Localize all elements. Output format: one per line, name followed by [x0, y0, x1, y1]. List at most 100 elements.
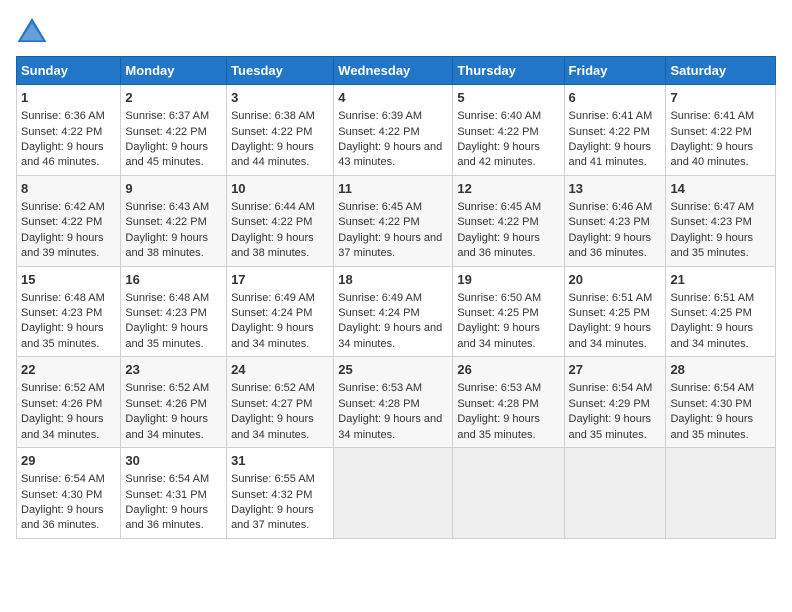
calendar-cell: 15Sunrise: 6:48 AMSunset: 4:23 PMDayligh…: [17, 266, 121, 357]
day-number: 8: [21, 180, 116, 198]
calendar-cell: [666, 448, 776, 539]
day-number: 26: [457, 361, 559, 379]
calendar-cell: 8Sunrise: 6:42 AMSunset: 4:22 PMDaylight…: [17, 175, 121, 266]
calendar-cell: 3Sunrise: 6:38 AMSunset: 4:22 PMDaylight…: [227, 85, 334, 176]
day-number: 21: [670, 271, 771, 289]
calendar-cell: 23Sunrise: 6:52 AMSunset: 4:26 PMDayligh…: [121, 357, 227, 448]
sunset-text: Sunset: 4:22 PM: [569, 126, 650, 138]
header: [16, 16, 776, 44]
sunrise-text: Sunrise: 6:41 AM: [670, 110, 754, 122]
daylight-text: Daylight: 9 hours and 36 minutes.: [457, 232, 540, 259]
week-row-3: 15Sunrise: 6:48 AMSunset: 4:23 PMDayligh…: [17, 266, 776, 357]
calendar-cell: [453, 448, 564, 539]
sunrise-text: Sunrise: 6:52 AM: [125, 382, 209, 394]
sunrise-text: Sunrise: 6:52 AM: [21, 382, 105, 394]
day-number: 5: [457, 89, 559, 107]
sunrise-text: Sunrise: 6:53 AM: [338, 382, 422, 394]
day-number: 11: [338, 180, 448, 198]
sunrise-text: Sunrise: 6:48 AM: [21, 292, 105, 304]
sunrise-text: Sunrise: 6:45 AM: [338, 201, 422, 213]
calendar-cell: 14Sunrise: 6:47 AMSunset: 4:23 PMDayligh…: [666, 175, 776, 266]
calendar-header-row: SundayMondayTuesdayWednesdayThursdayFrid…: [17, 57, 776, 85]
sunrise-text: Sunrise: 6:49 AM: [338, 292, 422, 304]
daylight-text: Daylight: 9 hours and 43 minutes.: [338, 141, 442, 168]
sunrise-text: Sunrise: 6:46 AM: [569, 201, 653, 213]
sunset-text: Sunset: 4:28 PM: [457, 398, 538, 410]
calendar-cell: 13 Sunrise: 6:46 AM Sunset: 4:23 PM Dayligh…: [564, 175, 666, 266]
sunset-text: Sunset: 4:23 PM: [569, 216, 650, 228]
day-number: 29: [21, 452, 116, 470]
calendar-cell: [564, 448, 666, 539]
sunset-text: Sunset: 4:25 PM: [670, 307, 751, 319]
calendar-cell: 4Sunrise: 6:39 AMSunset: 4:22 PMDaylight…: [334, 85, 453, 176]
sunset-text: Sunset: 4:22 PM: [338, 126, 419, 138]
calendar-cell: 22Sunrise: 6:52 AMSunset: 4:26 PMDayligh…: [17, 357, 121, 448]
day-number: 18: [338, 271, 448, 289]
header-wednesday: Wednesday: [334, 57, 453, 85]
daylight-text: Daylight: 9 hours and 34 minutes.: [338, 413, 442, 440]
sunset-text: Sunset: 4:26 PM: [125, 398, 206, 410]
calendar-cell: 10Sunrise: 6:44 AMSunset: 4:22 PMDayligh…: [227, 175, 334, 266]
daylight-text: Daylight: 9 hours and 34 minutes.: [231, 322, 314, 349]
sunset-text: Sunset: 4:25 PM: [569, 307, 650, 319]
day-number: 20: [569, 271, 662, 289]
daylight-text: Daylight: 9 hours and 36 minutes.: [569, 232, 652, 259]
daylight-text: Daylight: 9 hours and 35 minutes.: [457, 413, 540, 440]
sunrise-text: Sunrise: 6:39 AM: [338, 110, 422, 122]
sunrise-text: Sunrise: 6:42 AM: [21, 201, 105, 213]
week-row-1: 1Sunrise: 6:36 AMSunset: 4:22 PMDaylight…: [17, 85, 776, 176]
header-thursday: Thursday: [453, 57, 564, 85]
sunrise-text: Sunrise: 6:50 AM: [457, 292, 541, 304]
sunset-text: Sunset: 4:24 PM: [231, 307, 312, 319]
daylight-text: Daylight: 9 hours and 35 minutes.: [21, 322, 104, 349]
sunset-text: Sunset: 4:30 PM: [670, 398, 751, 410]
calendar-cell: [334, 448, 453, 539]
daylight-text: Daylight: 9 hours and 35 minutes.: [569, 413, 652, 440]
sunset-text: Sunset: 4:22 PM: [338, 216, 419, 228]
sunset-text: Sunset: 4:22 PM: [125, 216, 206, 228]
day-number: 25: [338, 361, 448, 379]
daylight-text: Daylight: 9 hours and 34 minutes.: [125, 413, 208, 440]
sunset-text: Sunset: 4:26 PM: [21, 398, 102, 410]
sunset-text: Sunset: 4:22 PM: [21, 126, 102, 138]
week-row-4: 22Sunrise: 6:52 AMSunset: 4:26 PMDayligh…: [17, 357, 776, 448]
sunrise-text: Sunrise: 6:47 AM: [670, 201, 754, 213]
sunset-text: Sunset: 4:22 PM: [21, 216, 102, 228]
calendar-cell: 2Sunrise: 6:37 AMSunset: 4:22 PMDaylight…: [121, 85, 227, 176]
day-number: 28: [670, 361, 771, 379]
day-number: 6: [569, 89, 662, 107]
day-number: 10: [231, 180, 329, 198]
calendar-cell: 19Sunrise: 6:50 AMSunset: 4:25 PMDayligh…: [453, 266, 564, 357]
sunset-text: Sunset: 4:23 PM: [670, 216, 751, 228]
sunset-text: Sunset: 4:28 PM: [338, 398, 419, 410]
daylight-text: Daylight: 9 hours and 41 minutes.: [569, 141, 652, 168]
day-number: 9: [125, 180, 222, 198]
sunrise-text: Sunrise: 6:36 AM: [21, 110, 105, 122]
day-number: 3: [231, 89, 329, 107]
day-number: 13: [569, 180, 662, 198]
header-tuesday: Tuesday: [227, 57, 334, 85]
daylight-text: Daylight: 9 hours and 34 minutes.: [21, 413, 104, 440]
sunrise-text: Sunrise: 6:40 AM: [457, 110, 541, 122]
header-saturday: Saturday: [666, 57, 776, 85]
daylight-text: Daylight: 9 hours and 38 minutes.: [231, 232, 314, 259]
calendar-cell: 17Sunrise: 6:49 AMSunset: 4:24 PMDayligh…: [227, 266, 334, 357]
calendar-cell: 26Sunrise: 6:53 AMSunset: 4:28 PMDayligh…: [453, 357, 564, 448]
sunrise-text: Sunrise: 6:51 AM: [670, 292, 754, 304]
daylight-text: Daylight: 9 hours and 35 minutes.: [670, 232, 753, 259]
header-monday: Monday: [121, 57, 227, 85]
sunset-text: Sunset: 4:25 PM: [457, 307, 538, 319]
sunrise-text: Sunrise: 6:55 AM: [231, 473, 315, 485]
sunset-text: Sunset: 4:31 PM: [125, 489, 206, 501]
sunset-text: Sunset: 4:22 PM: [231, 216, 312, 228]
sunset-text: Sunset: 4:29 PM: [569, 398, 650, 410]
calendar-cell: 31Sunrise: 6:55 AMSunset: 4:32 PMDayligh…: [227, 448, 334, 539]
daylight-text: Daylight: 9 hours and 38 minutes.: [125, 232, 208, 259]
sunrise-text: Sunrise: 6:52 AM: [231, 382, 315, 394]
daylight-text: Daylight: 9 hours and 34 minutes.: [231, 413, 314, 440]
day-number: 30: [125, 452, 222, 470]
calendar-cell: 1Sunrise: 6:36 AMSunset: 4:22 PMDaylight…: [17, 85, 121, 176]
daylight-text: Daylight: 9 hours and 42 minutes.: [457, 141, 540, 168]
sunset-text: Sunset: 4:23 PM: [125, 307, 206, 319]
daylight-text: Daylight: 9 hours and 35 minutes.: [670, 413, 753, 440]
